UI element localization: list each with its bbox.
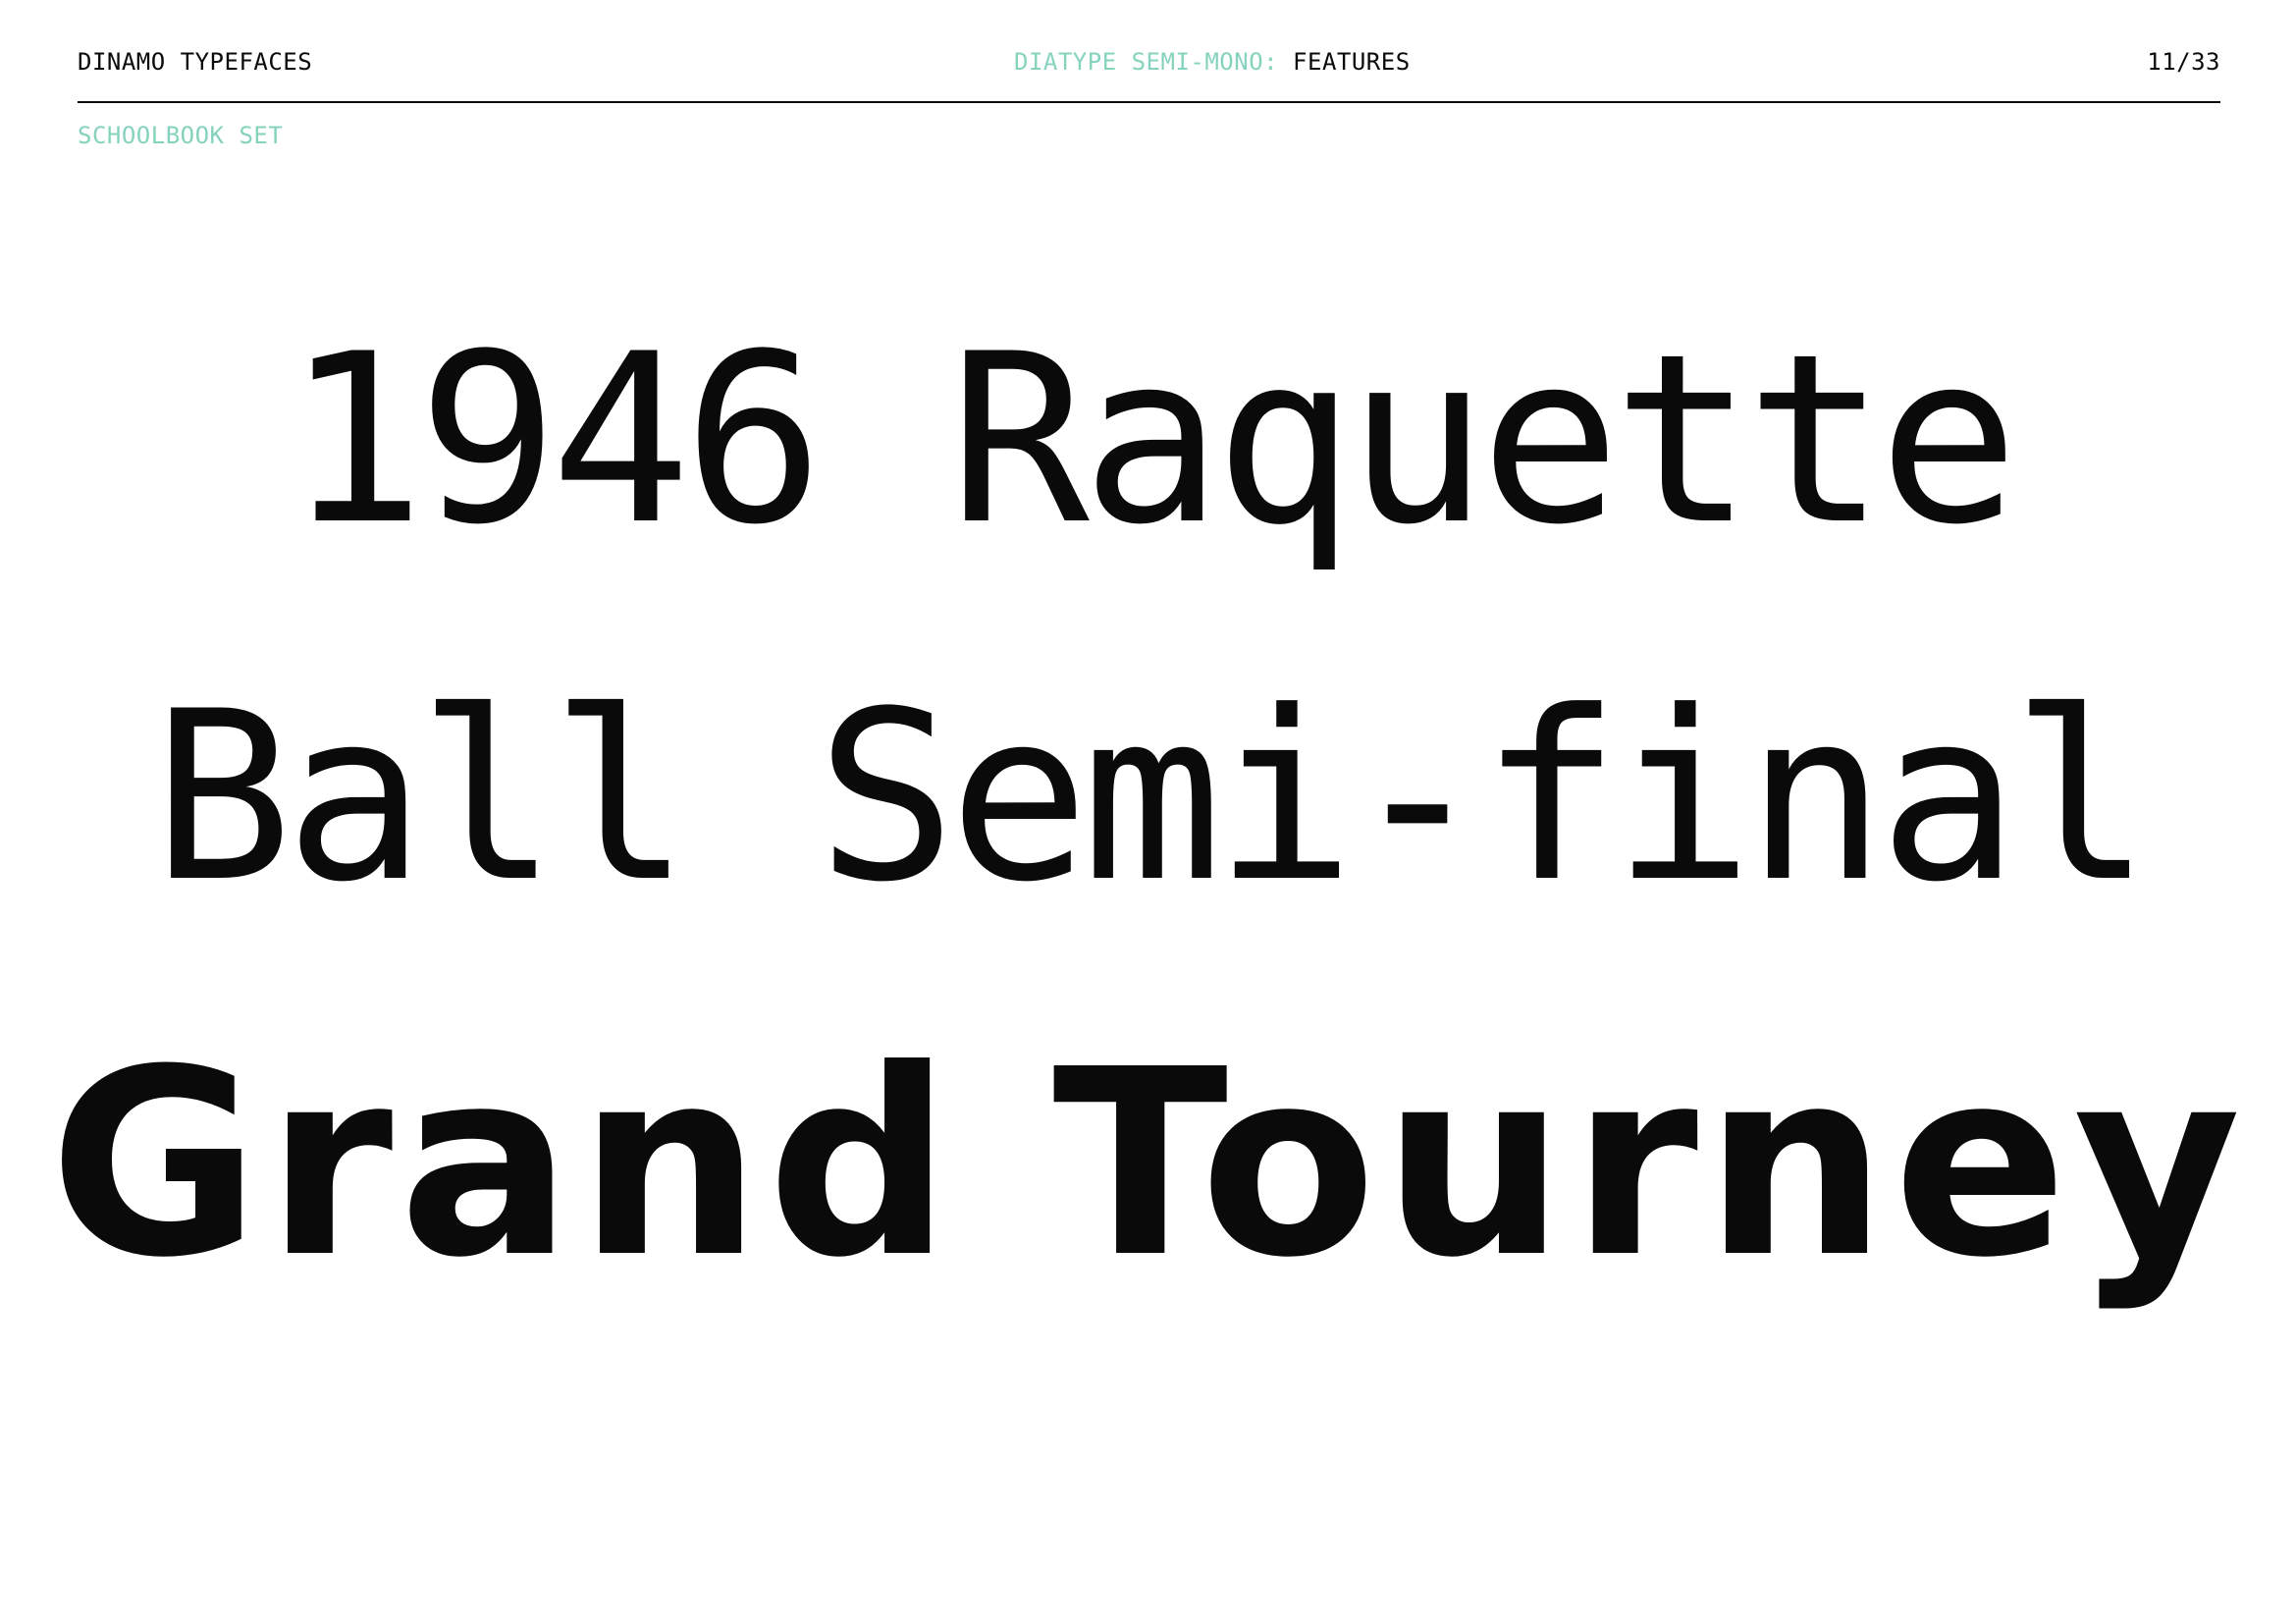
- brand-name: DINAMO TYPEFACES: [78, 48, 313, 76]
- header-divider: [78, 101, 2220, 103]
- page-number: 11/33: [2147, 48, 2220, 76]
- specimen-line-regular: Ball Semi-final: [151, 662, 2152, 934]
- specimen-line-light: 1946 Raquette: [285, 304, 2019, 576]
- topic-name: FEATURES: [1293, 48, 1411, 76]
- page-header: DINAMO TYPEFACES DIATYPE SEMI-MONO: FEAT…: [78, 47, 2220, 77]
- specimen-line-bold: Grand Tourney: [49, 1014, 2247, 1314]
- family-name: DIATYPE SEMI-MONO:: [1014, 48, 1279, 76]
- section-label: SCHOOLBOOK SET: [78, 122, 284, 149]
- document-title: DIATYPE SEMI-MONO: FEATURES: [1014, 47, 1411, 77]
